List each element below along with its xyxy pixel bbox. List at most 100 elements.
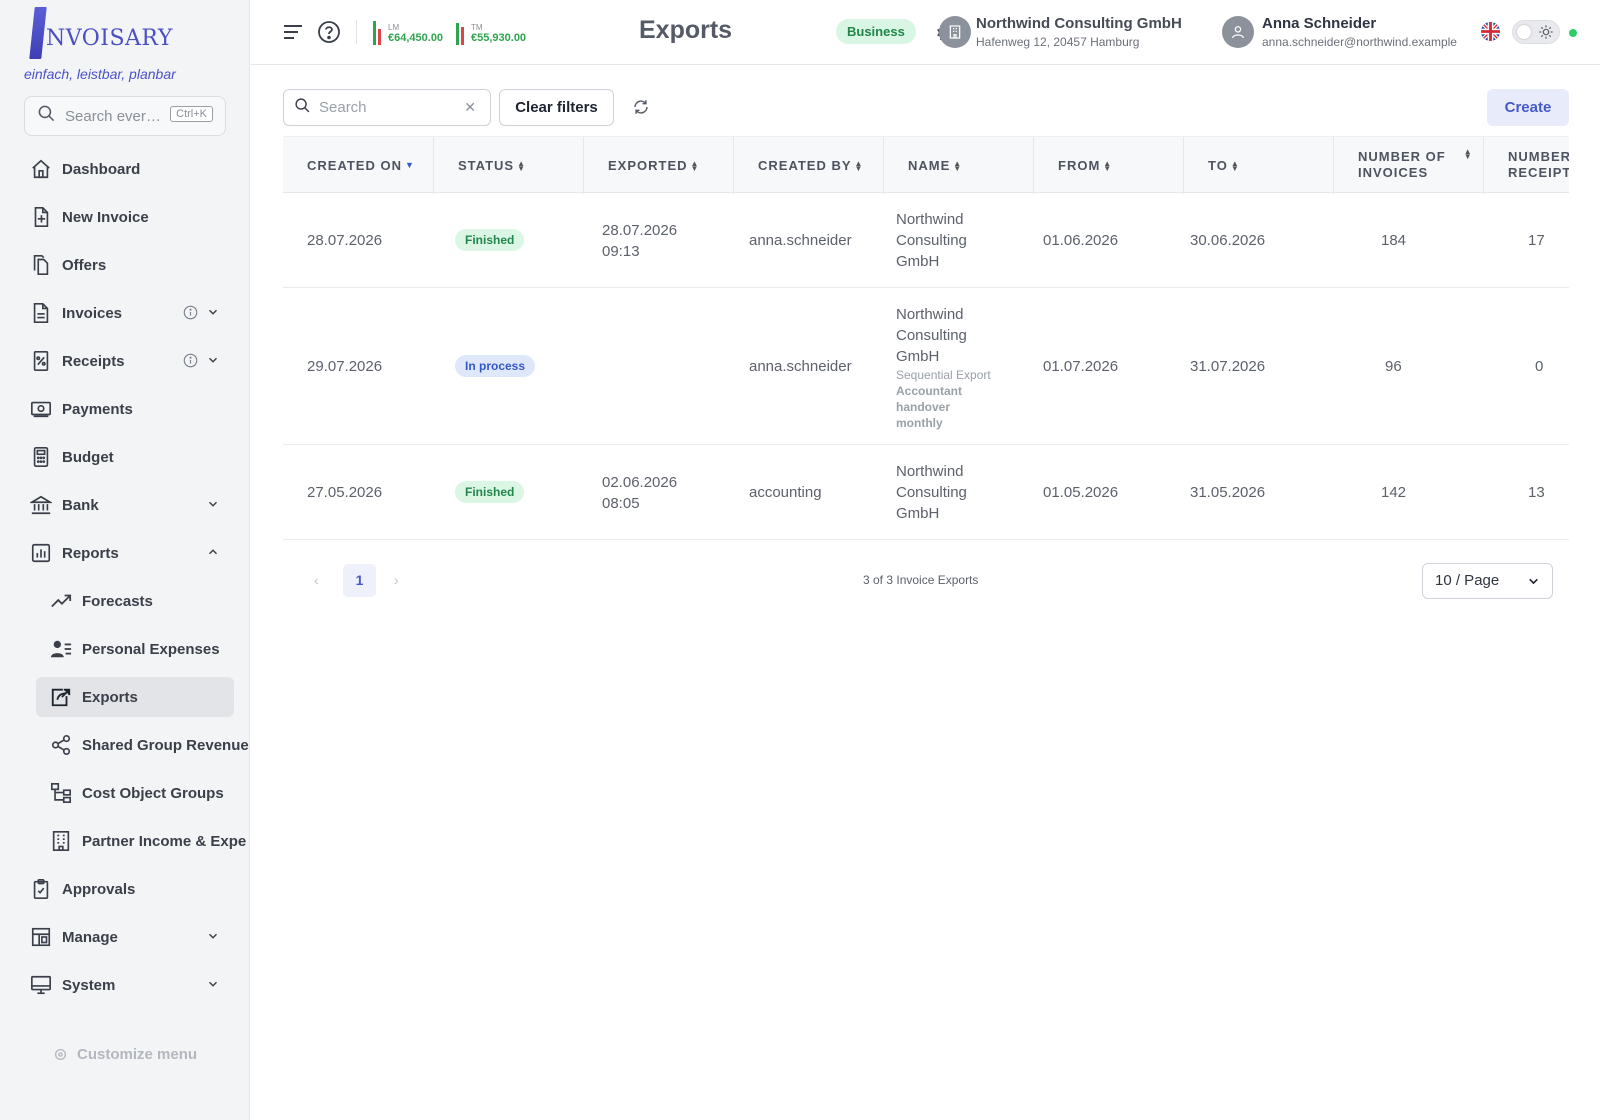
sun-icon xyxy=(1539,25,1553,39)
export-icon xyxy=(50,686,72,708)
sidebar-item-label: Bank xyxy=(62,496,99,514)
cell-invoices: 96 xyxy=(1385,358,1402,375)
company-switcher[interactable]: Northwind Consulting GmbH Hafenweg 12, 2… xyxy=(939,15,1182,49)
building-icon xyxy=(939,16,971,48)
table-row[interactable]: 27.05.2026 Finished 02.06.2026 08:05 acco… xyxy=(283,445,1569,540)
sidebar-item-label: Invoices xyxy=(62,304,123,322)
page-title: Exports xyxy=(639,16,733,44)
chevron-down-icon[interactable] xyxy=(206,305,220,319)
sidebar-item-reports[interactable]: Reports xyxy=(0,529,250,577)
sidebar-item-cost-object-groups[interactable]: Cost Object Groups xyxy=(0,769,250,817)
sort-icon: ▲ ▼ xyxy=(953,158,963,173)
export-description: Accountant handover monthly xyxy=(896,384,962,430)
cell-invoices: 184 xyxy=(1381,232,1407,249)
cell-created-on: 29.07.2026 xyxy=(307,358,383,375)
pagination-current-page[interactable]: 1 xyxy=(343,564,376,597)
sidebar-item-personal-expenses[interactable]: Personal Expenses xyxy=(0,625,250,673)
sort-icon: ▲ ▼ xyxy=(1463,147,1473,161)
stat-last-month[interactable]: LM €64,450.00 xyxy=(373,19,443,45)
page-size-select[interactable]: 10 / Page xyxy=(1422,563,1553,599)
company-address: Hafenweg 12, 20457 Hamburg xyxy=(976,35,1140,49)
sidebar-item-exports[interactable]: Exports xyxy=(0,673,250,721)
sidebar-item-label: Partner Income & Expe xyxy=(82,832,247,850)
trending-up-icon xyxy=(50,590,72,612)
cell-name: Northwind Consulting GmbH xyxy=(896,211,967,270)
sidebar-item-partner-income[interactable]: Partner Income & Expe xyxy=(0,817,250,865)
customize-menu-button[interactable]: Customize menu xyxy=(54,1046,197,1063)
layout-icon xyxy=(30,926,52,948)
chevron-up-icon[interactable] xyxy=(206,545,220,559)
help-icon[interactable] xyxy=(317,20,341,44)
table-row[interactable]: 29.07.2026 In process anna.schneider Nor… xyxy=(283,288,1569,445)
sidebar-item-dashboard[interactable]: Dashboard xyxy=(0,145,250,193)
sidebar-search[interactable]: Search ever… Ctrl+K xyxy=(24,96,226,136)
chevron-down-icon[interactable] xyxy=(206,497,220,511)
cell-created-on: 27.05.2026 xyxy=(307,484,383,501)
create-button[interactable]: Create xyxy=(1487,89,1569,126)
clear-filters-button[interactable]: Clear filters xyxy=(499,89,614,126)
topbar: LM €64,450.00 TM €55,930.00 Exports Busi… xyxy=(251,0,1600,65)
column-header-to[interactable]: TO ▲ ▼ xyxy=(1183,137,1333,194)
uk-flag-icon[interactable] xyxy=(1481,22,1500,41)
chevron-down-icon[interactable] xyxy=(206,353,220,367)
user-email: anna.schneider@northwind.example xyxy=(1262,35,1457,49)
sidebar-item-new-invoice[interactable]: New Invoice xyxy=(0,193,250,241)
theme-toggle[interactable] xyxy=(1512,20,1560,44)
chevron-right-icon[interactable]: › xyxy=(394,572,399,588)
sidebar-search-placeholder: Search ever… xyxy=(65,107,161,125)
sort-icon: ▲ ▼ xyxy=(1230,158,1240,173)
sidebar-item-approvals[interactable]: Approvals xyxy=(0,865,250,913)
column-header-number-of-invoices[interactable]: NUMBER OF INVOICES ▲ ▼ xyxy=(1333,137,1483,194)
column-label: CREATED BY xyxy=(758,158,852,173)
column-label: EXPORTED xyxy=(608,158,688,173)
info-icon[interactable] xyxy=(183,353,198,368)
column-header-status[interactable]: STATUS ▲ ▼ xyxy=(433,137,583,194)
chevron-down-icon xyxy=(1529,578,1538,585)
logo-text: NVOISARY xyxy=(46,25,173,51)
column-header-name[interactable]: NAME ▲ ▼ xyxy=(883,137,1033,194)
chevron-down-icon[interactable] xyxy=(206,977,220,991)
sidebar-item-manage[interactable]: Manage xyxy=(0,913,250,961)
page-size-value: 10 / Page xyxy=(1435,572,1500,589)
table-row[interactable]: 28.07.2026 Finished 28.07.2026 09:13 anna… xyxy=(283,193,1569,288)
sort-desc-icon: ▼ xyxy=(404,160,415,170)
column-header-number-of-receipts[interactable]: NUMBERRECEIPTS xyxy=(1483,137,1569,194)
search-input[interactable]: Search ✕ xyxy=(283,89,491,126)
sidebar-item-label: Forecasts xyxy=(82,592,153,610)
home-icon xyxy=(30,158,52,180)
stat-value: €64,450.00 xyxy=(388,32,444,44)
clear-search-icon[interactable]: ✕ xyxy=(464,99,476,116)
cell-created-by: anna.schneider xyxy=(749,232,852,249)
brand-logo[interactable]: NVOISARY xyxy=(29,6,173,60)
sidebar-item-payments[interactable]: Payments xyxy=(0,385,250,433)
info-icon[interactable] xyxy=(183,305,198,320)
sidebar-item-label: New Invoice xyxy=(62,208,149,226)
column-header-from[interactable]: FROM ▲ ▼ xyxy=(1033,137,1183,194)
sidebar-item-invoices[interactable]: Invoices xyxy=(0,289,250,337)
sidebar-item-budget[interactable]: Budget xyxy=(0,433,250,481)
chevron-left-icon[interactable]: ‹ xyxy=(314,572,319,588)
chevron-down-icon[interactable] xyxy=(206,929,220,943)
user-menu[interactable]: Anna Schneider anna.schneider@northwind.… xyxy=(1222,15,1457,49)
column-header-created-by[interactable]: CREATED BY ▲ ▼ xyxy=(733,137,883,194)
cell-created-by: accounting xyxy=(749,484,822,501)
shortcut-hint: Ctrl+K xyxy=(170,106,213,122)
column-header-created-on[interactable]: CREATED ON ▼ xyxy=(283,137,433,194)
menu-icon[interactable] xyxy=(281,20,305,44)
sidebar-item-offers[interactable]: Offers xyxy=(0,241,250,289)
exports-table: CREATED ON ▼ STATUS ▲ ▼ EXPORTED ▲ ▼ CREATED … xyxy=(283,136,1569,546)
sidebar-item-system[interactable]: System xyxy=(0,961,250,1009)
refresh-icon[interactable] xyxy=(632,98,650,116)
user-list-icon xyxy=(50,638,72,660)
mini-bar-chart-icon xyxy=(456,19,466,45)
column-header-exported[interactable]: EXPORTED ▲ ▼ xyxy=(583,137,733,194)
calculator-icon xyxy=(30,446,52,468)
stat-value: €55,930.00 xyxy=(471,32,527,44)
sidebar-item-label: Cost Object Groups xyxy=(82,784,224,802)
stat-this-month[interactable]: TM €55,930.00 xyxy=(456,19,526,45)
cell-from: 01.05.2026 xyxy=(1043,484,1119,501)
sidebar-item-receipts[interactable]: Receipts xyxy=(0,337,250,385)
sidebar-item-bank[interactable]: Bank xyxy=(0,481,250,529)
sidebar-item-forecasts[interactable]: Forecasts xyxy=(0,577,250,625)
sidebar-item-shared-group-revenue[interactable]: Shared Group Revenue xyxy=(0,721,250,769)
